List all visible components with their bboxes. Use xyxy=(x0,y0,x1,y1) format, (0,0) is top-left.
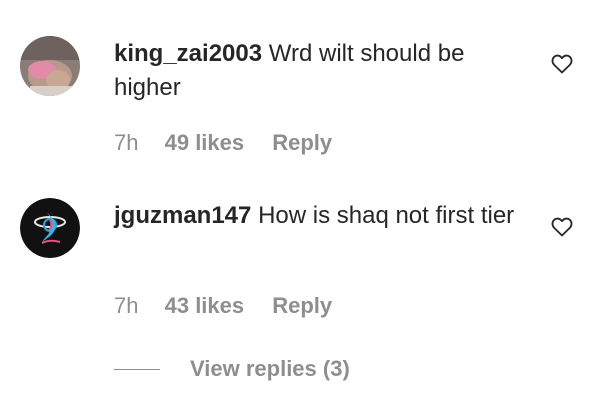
comment-body: king_zai2003 Wrd wilt should be higher xyxy=(114,37,524,105)
comment-meta: 7h 49 likes Reply xyxy=(114,130,332,156)
comment-item: king_zai2003 Wrd wilt should be higher 7… xyxy=(0,0,607,180)
view-replies-button[interactable]: View replies (3) xyxy=(114,355,350,383)
comment-text: How is shaq not first tier xyxy=(258,202,515,229)
like-heart-icon[interactable] xyxy=(550,215,574,239)
view-replies-label: View replies (3) xyxy=(190,356,350,381)
like-heart-icon[interactable] xyxy=(550,52,574,76)
comment-item: jguzman147 How is shaq not first tier 7h… xyxy=(0,180,607,330)
reply-button[interactable]: Reply xyxy=(272,130,332,155)
comment-likes[interactable]: 43 likes xyxy=(165,293,245,318)
comment-time[interactable]: 7h xyxy=(114,130,138,155)
miami-heat-logo-avatar-icon xyxy=(20,198,80,258)
user-avatar[interactable] xyxy=(20,198,80,258)
user-photo-avatar-icon xyxy=(20,36,80,96)
comment-username[interactable]: jguzman147 xyxy=(114,202,251,229)
comment-meta: 7h 43 likes Reply xyxy=(114,293,332,319)
divider-line xyxy=(114,368,160,370)
comment-body: jguzman147 How is shaq not first tier xyxy=(114,199,524,233)
comment-time[interactable]: 7h xyxy=(114,293,138,318)
comment-likes[interactable]: 49 likes xyxy=(165,130,245,155)
comment-username[interactable]: king_zai2003 xyxy=(114,40,262,67)
user-avatar[interactable] xyxy=(20,36,80,96)
reply-button[interactable]: Reply xyxy=(272,293,332,318)
